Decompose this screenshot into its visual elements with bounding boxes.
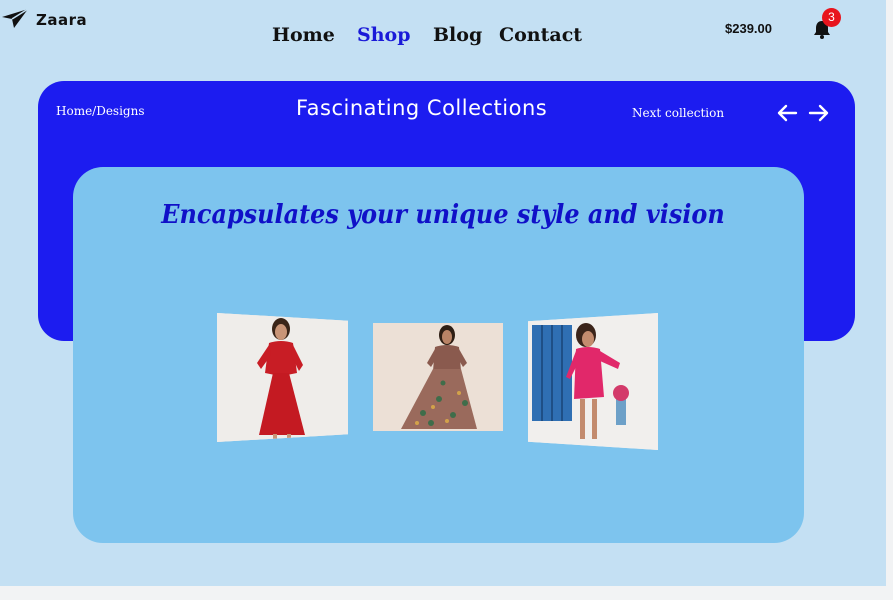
page: Zaara Home Shop Blog Contact $239.00 3 H… [0,0,886,586]
brand-logo[interactable]: Zaara [0,7,87,33]
pink-wrap-dress-photo[interactable] [528,313,658,450]
nav-contact[interactable]: Contact [499,24,582,46]
arrow-right-icon[interactable] [807,101,831,125]
brand-name: Zaara [36,11,88,29]
red-dress-photo[interactable] [217,313,348,442]
banner-title: Fascinating Collections [296,96,548,120]
breadcrumb[interactable]: Home/Designs [56,104,145,118]
cart-total[interactable]: $239.00 [725,21,772,36]
notification-badge: 3 [822,8,841,27]
main-nav: Home Shop Blog Contact [272,24,582,46]
nav-blog[interactable]: Blog [433,24,499,46]
next-collection-label[interactable]: Next collection [632,106,724,120]
floral-maxi-dress-photo[interactable] [373,323,503,431]
paper-plane-icon [0,7,30,33]
arrow-left-icon[interactable] [775,101,799,125]
nav-home[interactable]: Home [272,24,357,46]
nav-shop[interactable]: Shop [357,24,433,46]
collection-tagline: Encapsulates your unique style and visio… [161,200,725,230]
